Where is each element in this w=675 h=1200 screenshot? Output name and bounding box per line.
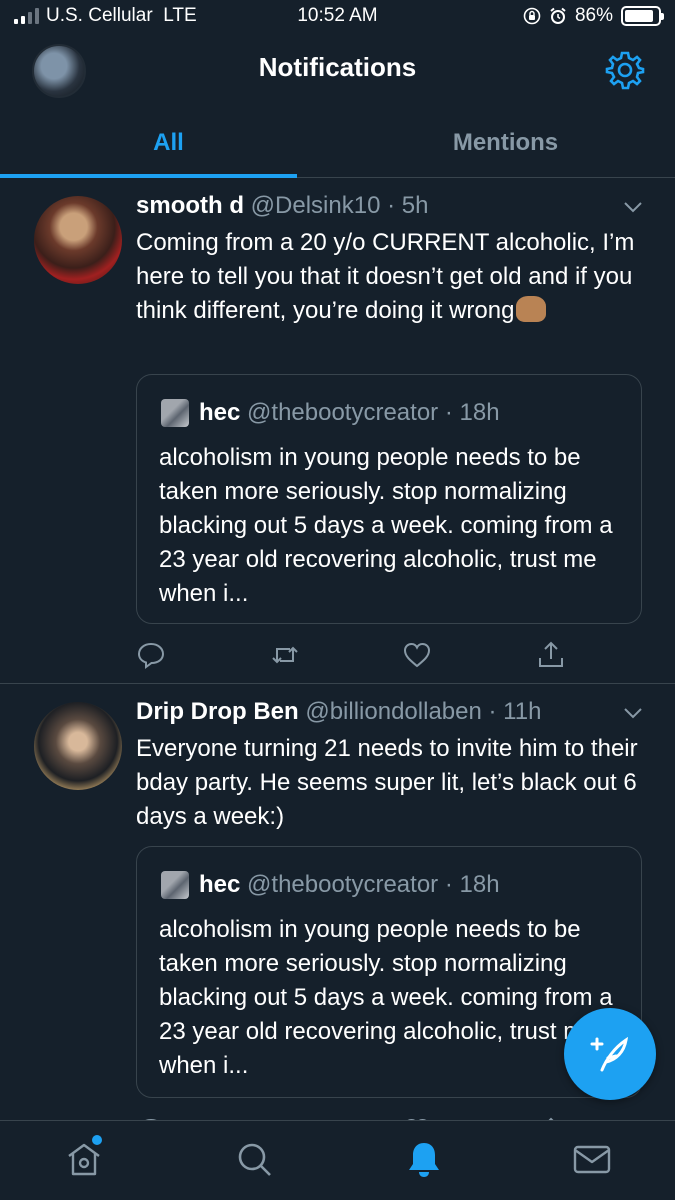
raised-hands-emoji-icon	[516, 296, 547, 322]
avatar[interactable]	[34, 196, 122, 284]
compose-tweet-icon	[590, 1036, 629, 1072]
quoted-avatar	[161, 871, 189, 899]
quoted-author-name: hec	[199, 871, 241, 898]
avatar[interactable]	[34, 702, 122, 790]
tweet[interactable]: smooth d @Delsink10 · 5h Coming from a 2…	[0, 178, 675, 684]
tab-mentions[interactable]: Mentions	[337, 108, 674, 178]
quoted-tweet[interactable]: hec @thebootycreator · 18h alcoholism in…	[136, 374, 642, 624]
alarm-icon	[550, 7, 566, 24]
quoted-tweet-text: alcoholism in young people needs to be t…	[159, 444, 613, 607]
battery-icon	[621, 6, 664, 26]
retweet-icon[interactable]	[270, 640, 300, 670]
rotation-lock-icon	[523, 7, 541, 25]
notifications-bell-icon[interactable]	[404, 1139, 444, 1179]
page-title: Notifications	[258, 52, 417, 82]
notifications-feed: smooth d @Delsink10 · 5h Coming from a 2…	[0, 178, 675, 1120]
messages-icon[interactable]	[572, 1139, 612, 1179]
author-handle-time: @Delsink10 · 5h	[250, 192, 429, 219]
tweet-text: Coming from a 20 y/o CURRENT alcoholic, …	[136, 226, 646, 328]
author-name[interactable]: Drip Drop Ben	[136, 698, 299, 725]
compose-tweet-button[interactable]	[564, 1008, 656, 1100]
heart-icon[interactable]	[402, 640, 432, 670]
header: Notifications	[0, 34, 675, 108]
quoted-author-name: hec	[199, 399, 241, 426]
tabs: All Mentions	[0, 108, 675, 178]
gear-icon[interactable]	[605, 50, 645, 90]
chevron-down-icon[interactable]	[623, 200, 643, 214]
reply-icon[interactable]	[136, 640, 166, 670]
share-icon[interactable]	[536, 640, 566, 670]
search-icon[interactable]	[234, 1139, 274, 1179]
quoted-tweet-text: alcoholism in young people needs to be t…	[159, 916, 613, 1079]
tweet-header: smooth d @Delsink10 · 5h	[136, 192, 428, 220]
status-bar: U.S. Cellular LTE 10:52 AM 86%	[0, 0, 675, 34]
quoted-avatar	[161, 399, 189, 427]
home-icon[interactable]	[64, 1139, 104, 1179]
battery-percent: 86%	[574, 5, 613, 26]
tweet-text: Everyone turning 21 needs to invite him …	[136, 735, 638, 830]
tweet-actions	[136, 640, 576, 670]
tweet-header: Drip Drop Ben @billiondollaben · 11h	[136, 698, 541, 726]
quoted-tweet-header: hec @thebootycreator · 18h	[161, 399, 500, 427]
tweet-text-content: Coming from a 20 y/o CURRENT alcoholic, …	[136, 229, 635, 324]
quoted-author-handle-time: @thebootycreator · 18h	[247, 871, 500, 898]
status-right: 86%	[523, 5, 664, 27]
new-content-dot	[92, 1135, 102, 1145]
tab-all[interactable]: All	[0, 108, 337, 178]
chevron-down-icon[interactable]	[623, 706, 643, 720]
quoted-author-handle-time: @thebootycreator · 18h	[247, 399, 500, 426]
author-handle-time: @billiondollaben · 11h	[305, 698, 542, 725]
author-name[interactable]: smooth d	[136, 192, 244, 219]
bottom-navigation	[0, 1120, 675, 1200]
quoted-tweet-header: hec @thebootycreator · 18h	[161, 871, 500, 899]
